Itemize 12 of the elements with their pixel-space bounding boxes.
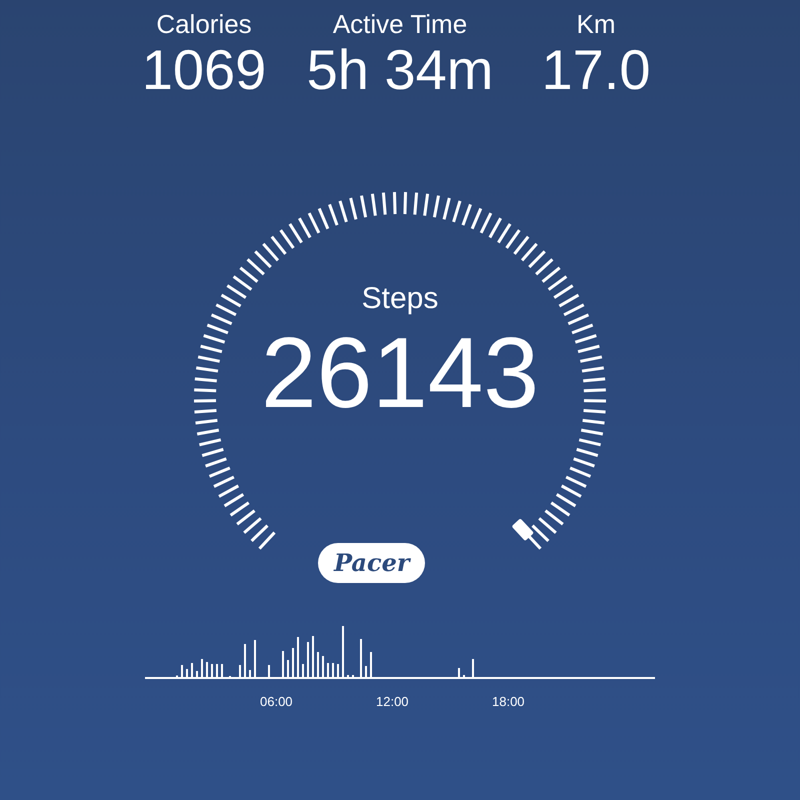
stat-label: Km — [576, 10, 616, 39]
axis-label: 18:00 — [492, 693, 525, 712]
stat-value: 5h 34m — [306, 38, 494, 100]
steps-value: 26143 — [260, 321, 540, 426]
stat-value: 1069 — [142, 38, 266, 100]
stat-value: 17.0 — [542, 38, 650, 100]
axis-label: 06:00 — [260, 693, 293, 712]
logo: Pacer — [318, 543, 426, 584]
axis-label: 12:00 — [376, 693, 409, 712]
stat-label: Active Time — [332, 10, 468, 39]
steps-label: Steps — [362, 281, 438, 318]
stat-label: Calories — [156, 10, 252, 39]
